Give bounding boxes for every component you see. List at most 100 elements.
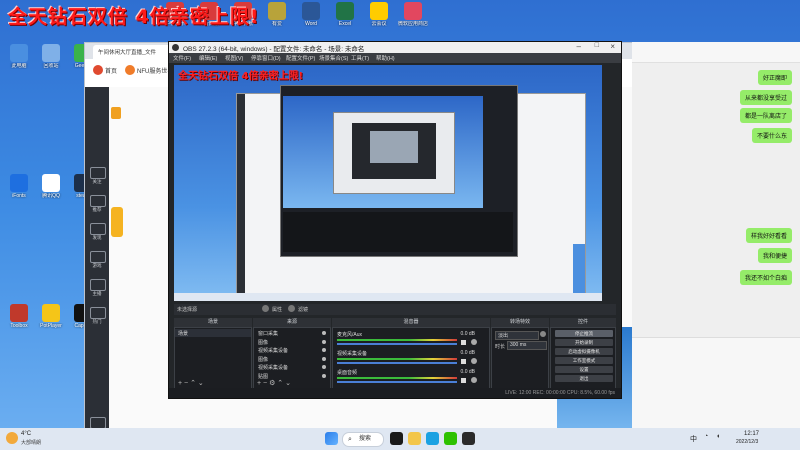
speaker-icon[interactable]	[461, 340, 466, 345]
clock-date[interactable]: 2022/12/3	[736, 439, 758, 445]
network-icon[interactable]: ◔	[704, 433, 708, 440]
control-button[interactable]: 停止推流	[555, 330, 613, 337]
logo-icon	[111, 107, 121, 119]
nav-home[interactable]: 首页	[105, 66, 117, 75]
properties-icon[interactable]	[262, 305, 269, 312]
transitions-panel: 淡出 时长 300 ms	[491, 327, 549, 389]
properties-button[interactable]: 属性	[272, 306, 282, 313]
volume-slider[interactable]	[337, 381, 457, 383]
edge-icon[interactable]	[426, 432, 439, 445]
source-item[interactable]: 图像	[254, 355, 330, 363]
duration-input[interactable]: 300 ms	[507, 341, 547, 350]
desktop-icon[interactable]: Excel	[330, 2, 360, 27]
sidebar-item-follow[interactable]: 关注	[85, 179, 109, 185]
taskbar: 4°C 大部晴朗 ⌕ 搜索 中 ◔ ◖ 12:17 2022/12/3	[0, 428, 800, 450]
volume-slider[interactable]	[337, 343, 457, 345]
control-button[interactable]: 启动虚拟摄像机	[555, 348, 613, 355]
desktop-icon[interactable]: 腾讯QQ	[36, 174, 66, 199]
source-item[interactable]: 窗口采集	[254, 329, 330, 337]
game-icon[interactable]	[90, 251, 106, 263]
menu-profile[interactable]: 配置文件(P)	[286, 54, 315, 62]
sidebar-item-streamer[interactable]: 主播	[85, 291, 109, 297]
desktop-icon[interactable]: iFonts	[4, 174, 34, 199]
desktop-icon[interactable]: 云会议	[364, 2, 394, 27]
control-button[interactable]: 工作室模式	[555, 357, 613, 364]
maximize-icon[interactable]: □	[595, 42, 599, 49]
scene-item-label: 场景	[178, 331, 189, 337]
gear-icon[interactable]	[471, 358, 477, 364]
recommend-icon[interactable]	[90, 195, 106, 207]
volume-meter	[337, 358, 457, 360]
obs-preview[interactable]: 全天钻石双倍 4倍亲密上限!	[174, 65, 602, 301]
file-explorer-icon[interactable]	[408, 432, 421, 445]
menu-file[interactable]: 文件(F)	[173, 54, 191, 62]
hot-icon[interactable]	[90, 307, 106, 319]
desktop-icon[interactable]: 有爱	[262, 2, 292, 27]
desktop-icon-label: 有爱	[271, 21, 282, 27]
clock-time[interactable]: 12:17	[744, 431, 759, 437]
minimize-icon[interactable]: –	[577, 42, 581, 51]
menu-view[interactable]: 视图(V)	[225, 54, 243, 62]
menu-tools[interactable]: 工具(T)	[351, 54, 369, 62]
control-button[interactable]: 设置	[555, 366, 613, 373]
transition-select[interactable]: 淡出	[495, 331, 539, 340]
control-button[interactable]: 开始录制	[555, 339, 613, 346]
desktop-icon[interactable]: 此电脑	[4, 44, 34, 69]
scene-item[interactable]: 场景	[175, 329, 251, 337]
desktop-icon[interactable]: 回收站	[36, 44, 66, 69]
app-icon	[404, 2, 422, 20]
source-item[interactable]: 视频采集设备	[254, 346, 330, 354]
volume-icon[interactable]: ◖	[716, 433, 720, 440]
menu-scene-collection[interactable]: 场景集合(S)	[319, 54, 348, 62]
visibility-icon[interactable]	[322, 339, 326, 344]
control-button[interactable]: 退出	[555, 375, 613, 382]
filters-icon[interactable]	[288, 305, 295, 312]
menu-dock[interactable]: 停靠窗口(D)	[251, 54, 281, 62]
filters-button[interactable]: 滤镜	[298, 306, 308, 313]
visibility-icon[interactable]	[322, 373, 326, 378]
desktop-icon-label: Excel	[338, 21, 352, 27]
sidebar-item-hot[interactable]: 热门	[85, 319, 109, 325]
desktop-icon[interactable]: Toolbox	[4, 304, 34, 329]
sidebar-item-game[interactable]: 游戏	[85, 263, 109, 269]
taskbar-search[interactable]: ⌕ 搜索	[342, 432, 384, 447]
weather-icon[interactable]	[6, 432, 18, 444]
visibility-icon[interactable]	[322, 365, 326, 369]
sources-toolbar-icons[interactable]: + − ⚙ ⌃ ⌄	[257, 379, 291, 387]
captured-taskbar	[174, 293, 602, 301]
wechat-icon[interactable]	[444, 432, 457, 445]
visibility-icon[interactable]	[322, 331, 326, 335]
obs-taskbar-icon[interactable]	[462, 432, 475, 445]
source-item[interactable]: 图像	[254, 338, 330, 346]
visibility-icon[interactable]	[322, 348, 326, 352]
mixer-track-level: 0.0 dB	[460, 331, 475, 337]
start-icon[interactable]	[325, 432, 338, 445]
speaker-icon[interactable]	[461, 378, 466, 383]
source-item[interactable]: 视频采集设备	[254, 363, 330, 371]
chat-input-area[interactable]	[632, 337, 800, 428]
speaker-icon[interactable]	[461, 359, 466, 364]
ime-indicator[interactable]: 中	[690, 434, 697, 444]
menu-help[interactable]: 帮助(H)	[376, 54, 395, 62]
close-icon[interactable]: ×	[610, 42, 615, 51]
volume-slider[interactable]	[337, 362, 457, 364]
scenes-toolbar-icons[interactable]: + − ⌃ ⌄	[178, 379, 204, 387]
streamer-icon[interactable]	[90, 279, 106, 291]
sidebar-item-discover[interactable]: 发现	[85, 235, 109, 241]
desktop-icon[interactable]: 微软应用商店	[398, 2, 428, 27]
gear-icon[interactable]	[471, 339, 477, 345]
home-icon[interactable]	[93, 65, 103, 75]
visibility-icon[interactable]	[322, 356, 326, 361]
discover-icon[interactable]	[90, 223, 106, 235]
desktop-icon-label: 腾讯QQ	[42, 193, 60, 199]
heart-icon[interactable]	[90, 167, 106, 179]
desktop-icon-label: Word	[305, 21, 317, 27]
desktop-icon[interactable]: Word	[296, 2, 326, 27]
transition-gear-icon[interactable]	[540, 331, 546, 337]
gear-icon[interactable]	[471, 377, 477, 383]
sidebar-item-recommend[interactable]: 推荐	[85, 207, 109, 213]
app-icon	[10, 304, 28, 322]
desktop-icon[interactable]: PotPlayer	[36, 304, 66, 329]
menu-edit[interactable]: 编辑(E)	[199, 54, 217, 62]
task-view-icon[interactable]	[390, 432, 403, 445]
